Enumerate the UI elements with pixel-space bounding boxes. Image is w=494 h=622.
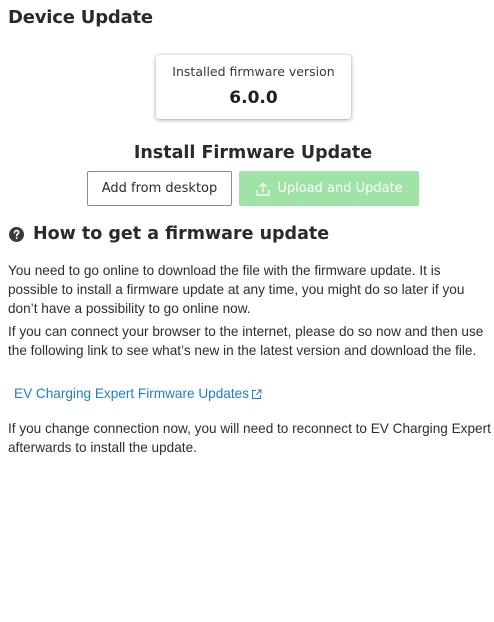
firmware-updates-link-label: EV Charging Expert Firmware Updates	[14, 386, 249, 401]
page-title: Device Update	[8, 7, 153, 28]
howto-heading-text: How to get a firmware update	[33, 224, 330, 244]
howto-paragraph-2: If you can connect your browser to the i…	[8, 324, 484, 358]
help-circle-icon	[9, 226, 24, 242]
add-from-desktop-button[interactable]: Add from desktop	[87, 171, 232, 206]
external-link-icon	[251, 388, 262, 399]
howto-paragraph-1: You need to go online to download the fi…	[8, 263, 465, 316]
firmware-version-value: 6.0.0	[229, 88, 278, 108]
upload-and-update-button[interactable]: Upload and Update	[239, 171, 419, 206]
upload-and-update-label: Upload and Update	[277, 181, 403, 196]
firmware-version-label: Installed firmware version	[172, 64, 335, 79]
firmware-updates-link[interactable]: EV Charging Expert Firmware Updates	[14, 386, 262, 401]
upload-icon	[255, 181, 271, 197]
firmware-version-card: Installed firmware version 6.0.0	[156, 55, 351, 119]
howto-heading: How to get a firmware update	[9, 224, 329, 244]
install-section-title: Install Firmware Update	[133, 143, 373, 163]
howto-paragraph-3: If you change connection now, you will n…	[8, 421, 491, 455]
